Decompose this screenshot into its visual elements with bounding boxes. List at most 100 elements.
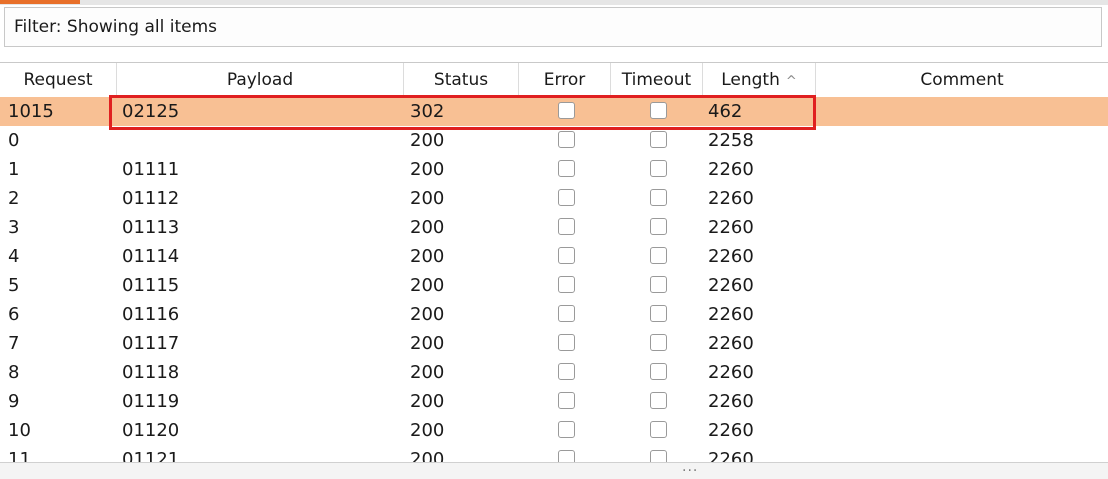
cell-request: 7 (8, 333, 20, 354)
table-row[interactable]: 0 200 2258 (0, 126, 1108, 155)
cell-length: 2260 (708, 391, 754, 412)
filter-bar[interactable]: Filter: Showing all items (4, 7, 1102, 47)
cell-status: 200 (410, 246, 445, 267)
cell-payload: 01112 (122, 188, 180, 209)
cell-length: 2260 (708, 333, 754, 354)
cell-length: 2260 (708, 217, 754, 238)
table-row[interactable]: 7 01117 200 2260 (0, 329, 1108, 358)
cell-status: 200 (410, 188, 445, 209)
cell-status: 200 (410, 333, 445, 354)
column-header-payload[interactable]: Payload (117, 63, 404, 97)
error-checkbox[interactable] (558, 218, 575, 235)
cell-length: 2260 (708, 362, 754, 383)
cell-length: 2260 (708, 159, 754, 180)
table-row[interactable]: 1015 02125 302 462 (0, 97, 1108, 126)
error-checkbox[interactable] (558, 247, 575, 264)
table-row[interactable]: 10 01120 200 2260 (0, 416, 1108, 445)
timeout-checkbox[interactable] (650, 160, 667, 177)
cell-length: 2260 (708, 246, 754, 267)
cell-length: 2260 (708, 188, 754, 209)
column-header-length[interactable]: Length ^ (703, 63, 816, 97)
table-header: Request Payload Status Error Timeout Len… (0, 63, 1108, 97)
cell-status: 200 (410, 420, 445, 441)
cell-status: 200 (410, 130, 445, 151)
timeout-checkbox[interactable] (650, 334, 667, 351)
tab-strip (0, 0, 1108, 5)
cell-request: 10 (8, 420, 31, 441)
cell-request: 1 (8, 159, 20, 180)
cell-status: 200 (410, 391, 445, 412)
cell-request: 0 (8, 130, 20, 151)
timeout-checkbox[interactable] (650, 131, 667, 148)
column-header-status[interactable]: Status (404, 63, 519, 97)
column-header-timeout[interactable]: Timeout (611, 63, 703, 97)
cell-payload: 02125 (122, 101, 180, 122)
cell-status: 200 (410, 449, 445, 463)
cell-request: 9 (8, 391, 20, 412)
table-row[interactable]: 6 01116 200 2260 (0, 300, 1108, 329)
timeout-checkbox[interactable] (650, 392, 667, 409)
cell-payload: 01120 (122, 420, 180, 441)
cell-request: 4 (8, 246, 20, 267)
cell-length: 2258 (708, 130, 754, 151)
error-checkbox[interactable] (558, 131, 575, 148)
timeout-checkbox[interactable] (650, 363, 667, 380)
error-checkbox[interactable] (558, 189, 575, 206)
cell-payload: 01119 (122, 391, 180, 412)
cell-status: 200 (410, 217, 445, 238)
timeout-checkbox[interactable] (650, 276, 667, 293)
table-row[interactable]: 1 01111 200 2260 (0, 155, 1108, 184)
column-header-error[interactable]: Error (519, 63, 611, 97)
cell-length: 2260 (708, 275, 754, 296)
timeout-checkbox[interactable] (650, 218, 667, 235)
cell-status: 200 (410, 275, 445, 296)
timeout-checkbox[interactable] (650, 189, 667, 206)
cell-payload: 01113 (122, 217, 180, 238)
cell-length: 2260 (708, 449, 754, 463)
cell-request: 8 (8, 362, 20, 383)
cell-request: 2 (8, 188, 20, 209)
table-row[interactable]: 11 01121 200 2260 (0, 445, 1108, 463)
cell-status: 302 (410, 101, 445, 122)
cell-payload: 01115 (122, 275, 180, 296)
results-table: Request Payload Status Error Timeout Len… (0, 62, 1108, 463)
cell-request: 11 (8, 449, 31, 463)
cell-payload: 01118 (122, 362, 180, 383)
error-checkbox[interactable] (558, 363, 575, 380)
table-row[interactable]: 8 01118 200 2260 (0, 358, 1108, 387)
cell-status: 200 (410, 362, 445, 383)
timeout-checkbox[interactable] (650, 247, 667, 264)
error-checkbox[interactable] (558, 305, 575, 322)
error-checkbox[interactable] (558, 276, 575, 293)
table-row[interactable]: 9 01119 200 2260 (0, 387, 1108, 416)
table-row[interactable]: 5 01115 200 2260 (0, 271, 1108, 300)
timeout-checkbox[interactable] (650, 305, 667, 322)
cell-payload: 01111 (122, 159, 180, 180)
resize-handle-icon[interactable]: ... (682, 460, 698, 474)
table-row[interactable]: 2 01112 200 2260 (0, 184, 1108, 213)
table-row[interactable]: 4 01114 200 2260 (0, 242, 1108, 271)
pane-divider[interactable]: ... (0, 460, 1108, 479)
active-tab-indicator (0, 0, 80, 4)
cell-length: 2260 (708, 420, 754, 441)
table-row[interactable]: 3 01113 200 2260 (0, 213, 1108, 242)
cell-request: 6 (8, 304, 20, 325)
cell-status: 200 (410, 159, 445, 180)
column-header-request[interactable]: Request (0, 63, 117, 97)
cell-payload: 01121 (122, 449, 180, 463)
cell-length: 462 (708, 101, 743, 122)
error-checkbox[interactable] (558, 334, 575, 351)
cell-status: 200 (410, 304, 445, 325)
error-checkbox[interactable] (558, 160, 575, 177)
error-checkbox[interactable] (558, 102, 575, 119)
error-checkbox[interactable] (558, 421, 575, 438)
timeout-checkbox[interactable] (650, 102, 667, 119)
chevron-up-icon: ^ (785, 74, 797, 89)
cell-payload: 01114 (122, 246, 180, 267)
cell-length: 2260 (708, 304, 754, 325)
column-header-comment[interactable]: Comment (816, 63, 1108, 97)
error-checkbox[interactable] (558, 392, 575, 409)
cell-request: 5 (8, 275, 20, 296)
filter-label: Filter: Showing all items (14, 17, 218, 37)
timeout-checkbox[interactable] (650, 421, 667, 438)
